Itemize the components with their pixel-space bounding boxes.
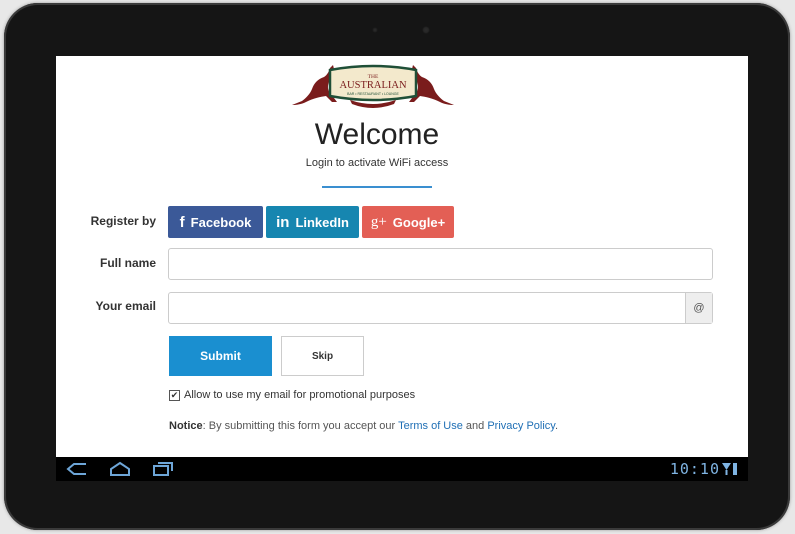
checkmark-icon: ✔ <box>169 389 180 401</box>
recent-apps-icon[interactable] <box>152 461 174 477</box>
email-input[interactable] <box>169 293 684 323</box>
battery-icon <box>733 463 737 475</box>
page-title: Welcome <box>314 118 440 151</box>
facebook-icon: f <box>179 213 185 231</box>
legal-notice: Notice: By submitting this form you acce… <box>169 420 558 432</box>
notice-text: : By submitting this form you accept our <box>202 420 399 432</box>
promo-consent-checkbox[interactable]: ✔ Allow to use my email for promotional … <box>169 389 415 401</box>
camera-icon <box>372 27 378 33</box>
google-plus-button-label: Google+ <box>392 214 446 230</box>
skip-button[interactable]: Skip <box>281 336 364 376</box>
notice-and: and <box>462 420 488 432</box>
terms-of-use-link[interactable]: Terms of Use <box>398 420 463 432</box>
privacy-policy-link[interactable]: Privacy Policy <box>487 420 555 432</box>
notice-prefix: Notice <box>169 420 203 432</box>
front-camera-icon <box>422 26 430 34</box>
restaurant-logo: THE AUSTRALIAN BAR • RESTAURANT • LOUNGE <box>292 64 454 108</box>
logo-text-tagline: BAR • RESTAURANT • LOUNGE <box>347 92 399 96</box>
at-sign-icon: @ <box>685 293 712 323</box>
full-name-input[interactable] <box>169 249 712 279</box>
home-icon[interactable] <box>108 461 132 477</box>
linkedin-button[interactable]: in LinkedIn <box>266 206 359 238</box>
submit-button[interactable]: Submit <box>169 336 272 376</box>
register-by-label: Register by <box>90 214 156 228</box>
promo-consent-label: Allow to use my email for promotional pu… <box>184 389 416 401</box>
system-status-bar: 10:10 <box>56 457 748 481</box>
google-plus-icon: g+ <box>370 213 387 230</box>
page-subtitle: Login to activate WiFi access <box>305 157 449 169</box>
full-name-field-wrapper <box>168 248 713 280</box>
linkedin-icon: in <box>276 213 290 231</box>
facebook-button-label: Facebook <box>190 214 252 230</box>
google-plus-button[interactable]: g+ Google+ <box>362 206 454 238</box>
title-divider <box>322 186 432 188</box>
email-label: Your email <box>95 299 156 313</box>
notice-end: . <box>555 420 559 432</box>
wifi-signal-icon <box>722 463 737 475</box>
back-icon[interactable] <box>66 461 88 477</box>
linkedin-button-label: LinkedIn <box>295 214 349 230</box>
full-name-label: Full name <box>99 256 156 270</box>
email-field-wrapper: @ <box>168 292 713 324</box>
clock-time: 10:10 <box>669 460 720 478</box>
wifi-login-page: THE AUSTRALIAN BAR • RESTAURANT • LOUNGE… <box>56 56 748 457</box>
logo-text-name: AUSTRALIAN <box>339 80 406 91</box>
facebook-button[interactable]: f Facebook <box>168 206 263 238</box>
